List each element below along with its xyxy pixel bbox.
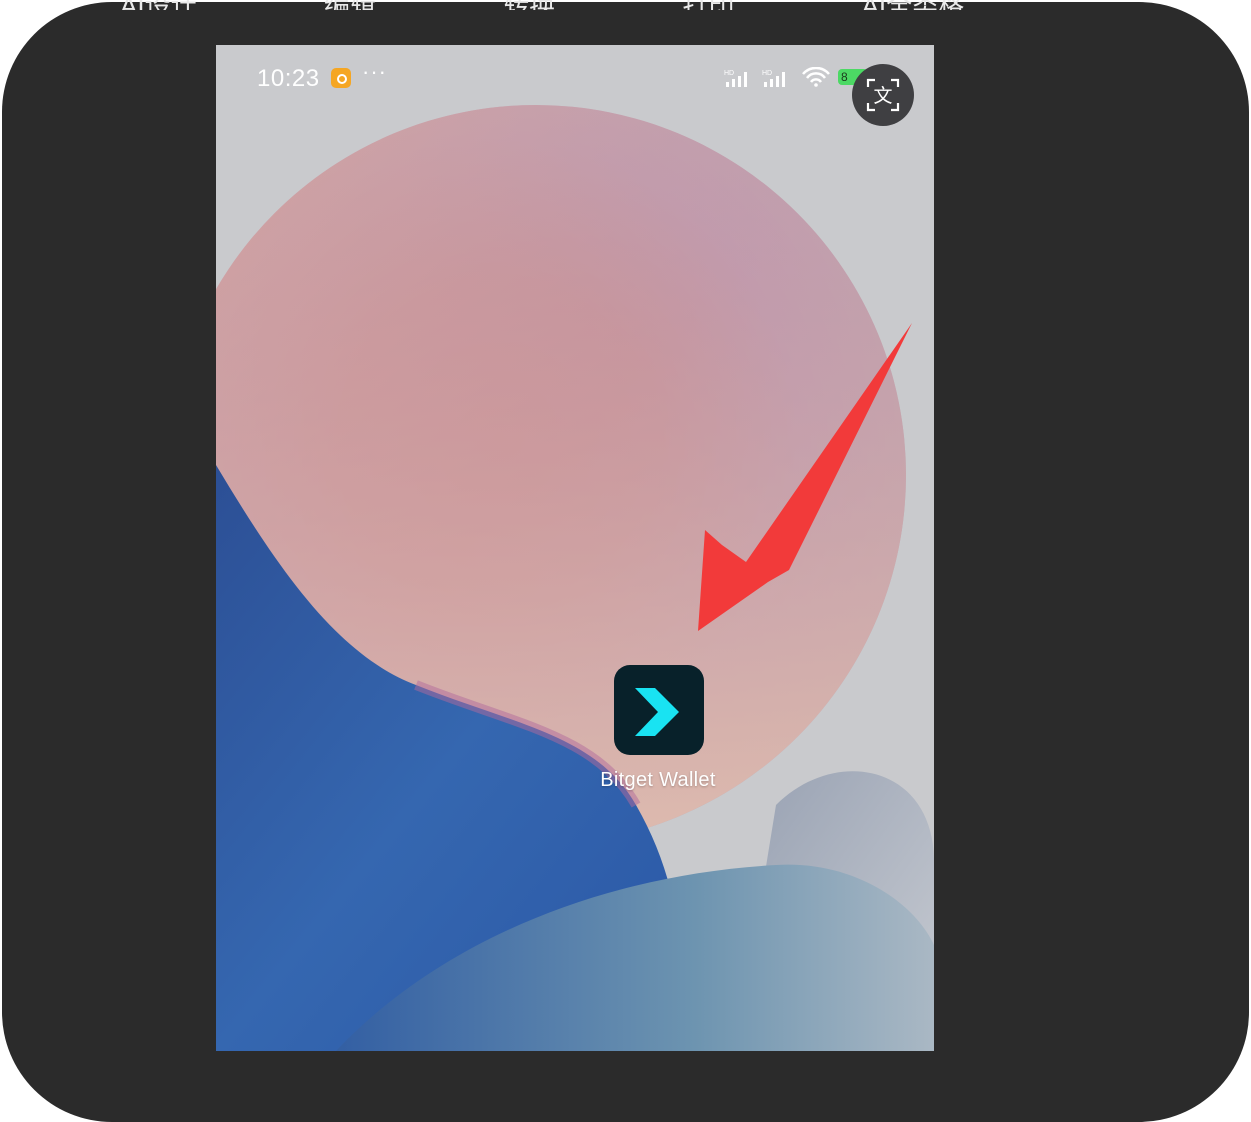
toolbar-item-convert[interactable]: 转换 [503, 0, 555, 10]
red-pointer-arrow-icon [698, 323, 912, 631]
toolbar-item-ai-design[interactable]: AI设计 [120, 0, 197, 10]
toolbar-item-edit[interactable]: 编辑 [324, 0, 376, 10]
screenshot-frame: AI设计 编辑 转换 打印 AI全类格 [0, 0, 1251, 1122]
bitget-chevron-icon [635, 688, 679, 736]
app-label: Bitget Wallet [600, 769, 716, 791]
bitget-wallet-icon[interactable] [614, 665, 704, 755]
phone-screen: 10:23 ··· HD HD 8 文 Bitget Wallet [216, 45, 934, 1051]
toolbar-item-print[interactable]: 打印 [682, 0, 734, 10]
top-toolbar-strip: AI设计 编辑 转换 打印 AI全类格 [120, 0, 1040, 10]
toolbar-item-ai-format[interactable]: AI全类格 [862, 0, 965, 10]
